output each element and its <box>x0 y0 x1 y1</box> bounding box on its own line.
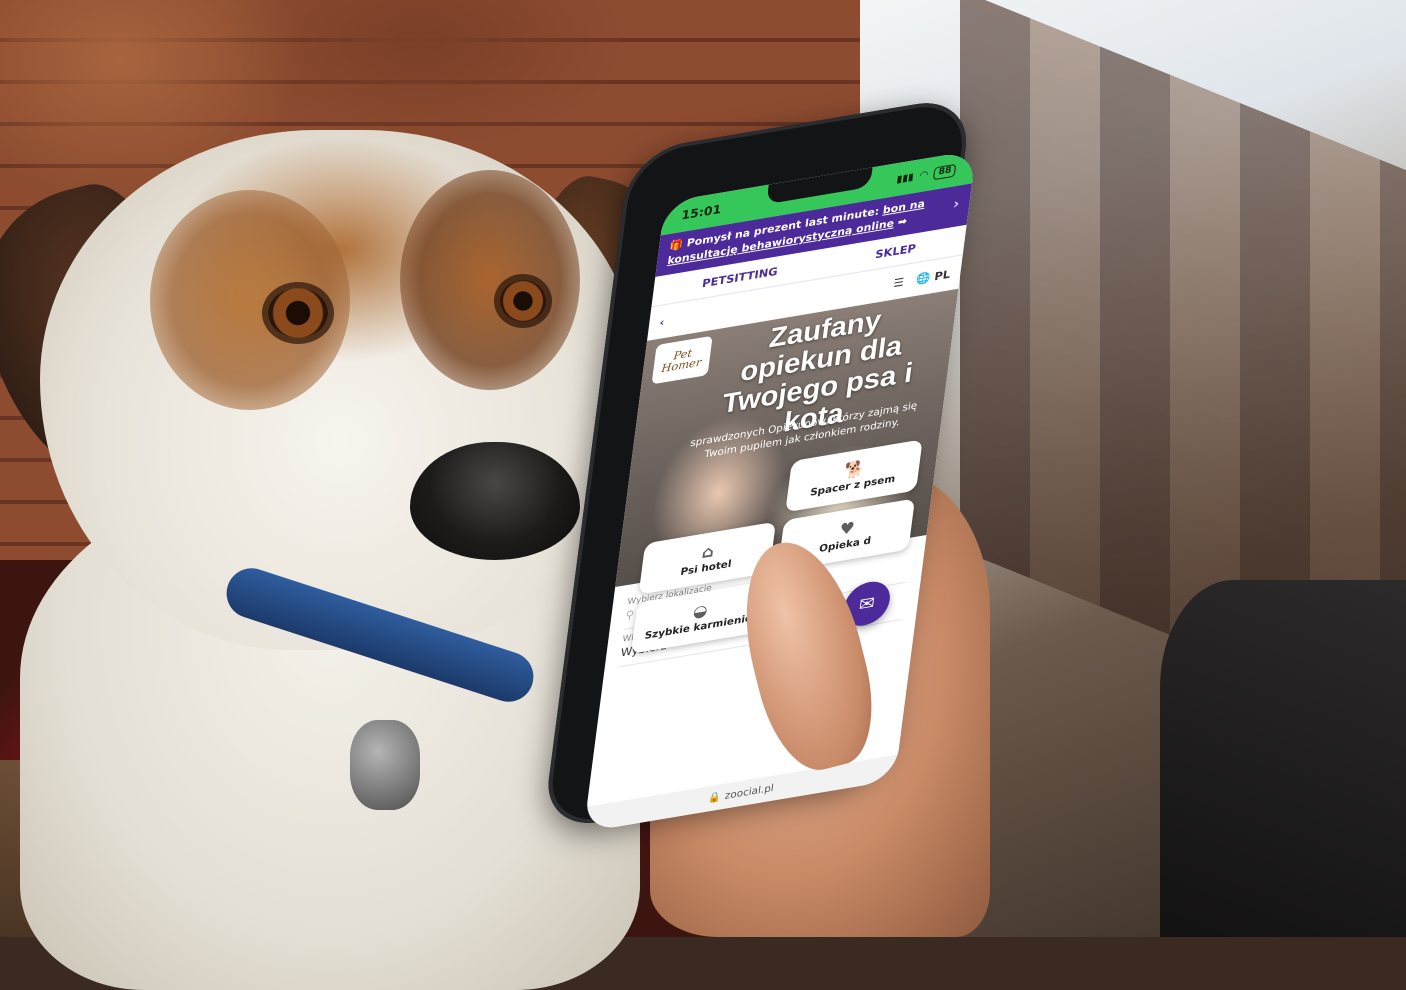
lock-icon: 🔒 <box>707 791 722 805</box>
status-time: 15:01 <box>680 202 723 223</box>
chevron-left-icon[interactable]: ‹ <box>659 315 665 329</box>
status-icons: ▮▮▮ ◠ 88 <box>896 163 957 186</box>
dog-tag <box>350 720 420 810</box>
battery-icon: 88 <box>933 163 957 180</box>
wifi-icon: ◠ <box>919 168 929 182</box>
tab-sklep[interactable]: SKLEP <box>875 241 917 261</box>
pet-homer-logo[interactable]: Pet Homer <box>651 335 713 385</box>
pet-care-icon: ♥ <box>838 517 856 539</box>
language-label: PL <box>933 267 952 283</box>
gift-icon: 🎁 <box>668 238 684 253</box>
dog-house-icon: ⌂ <box>700 540 716 562</box>
service-label: Psi hotel <box>679 558 733 578</box>
envelope-icon: ✉ <box>857 592 877 616</box>
smartphone: 15:01 ▮▮▮ ◠ 88 🎁 Pomysł na prezent last … <box>542 94 1225 892</box>
dog-left-eye <box>268 288 328 338</box>
chevron-right-icon[interactable]: › <box>952 196 960 213</box>
globe-icon: 🌐 <box>915 270 932 286</box>
language-switcher[interactable]: 🌐 PL <box>915 267 951 285</box>
dog-nose <box>410 442 580 560</box>
url-text: zoocial.pl <box>724 782 775 802</box>
dog-fur-patch <box>400 170 580 390</box>
service-label: Opieka d <box>818 534 872 555</box>
menu-icon[interactable]: ☰ <box>893 275 905 290</box>
nav-right: ☰ 🌐 PL <box>893 267 951 289</box>
map-pin-icon: ⚲ <box>624 607 635 623</box>
dog-walk-icon: 🐕 <box>843 457 867 481</box>
browser-url-bar[interactable]: 🔒 zoocial.pl <box>583 754 899 833</box>
food-bowl-icon: ◒ <box>692 599 709 621</box>
arrow-right-icon: ➡ <box>897 215 908 229</box>
tab-petsitting[interactable]: PETSITTING <box>701 264 778 289</box>
dog-right-eye <box>500 280 546 322</box>
signal-icon: ▮▮▮ <box>895 171 915 186</box>
